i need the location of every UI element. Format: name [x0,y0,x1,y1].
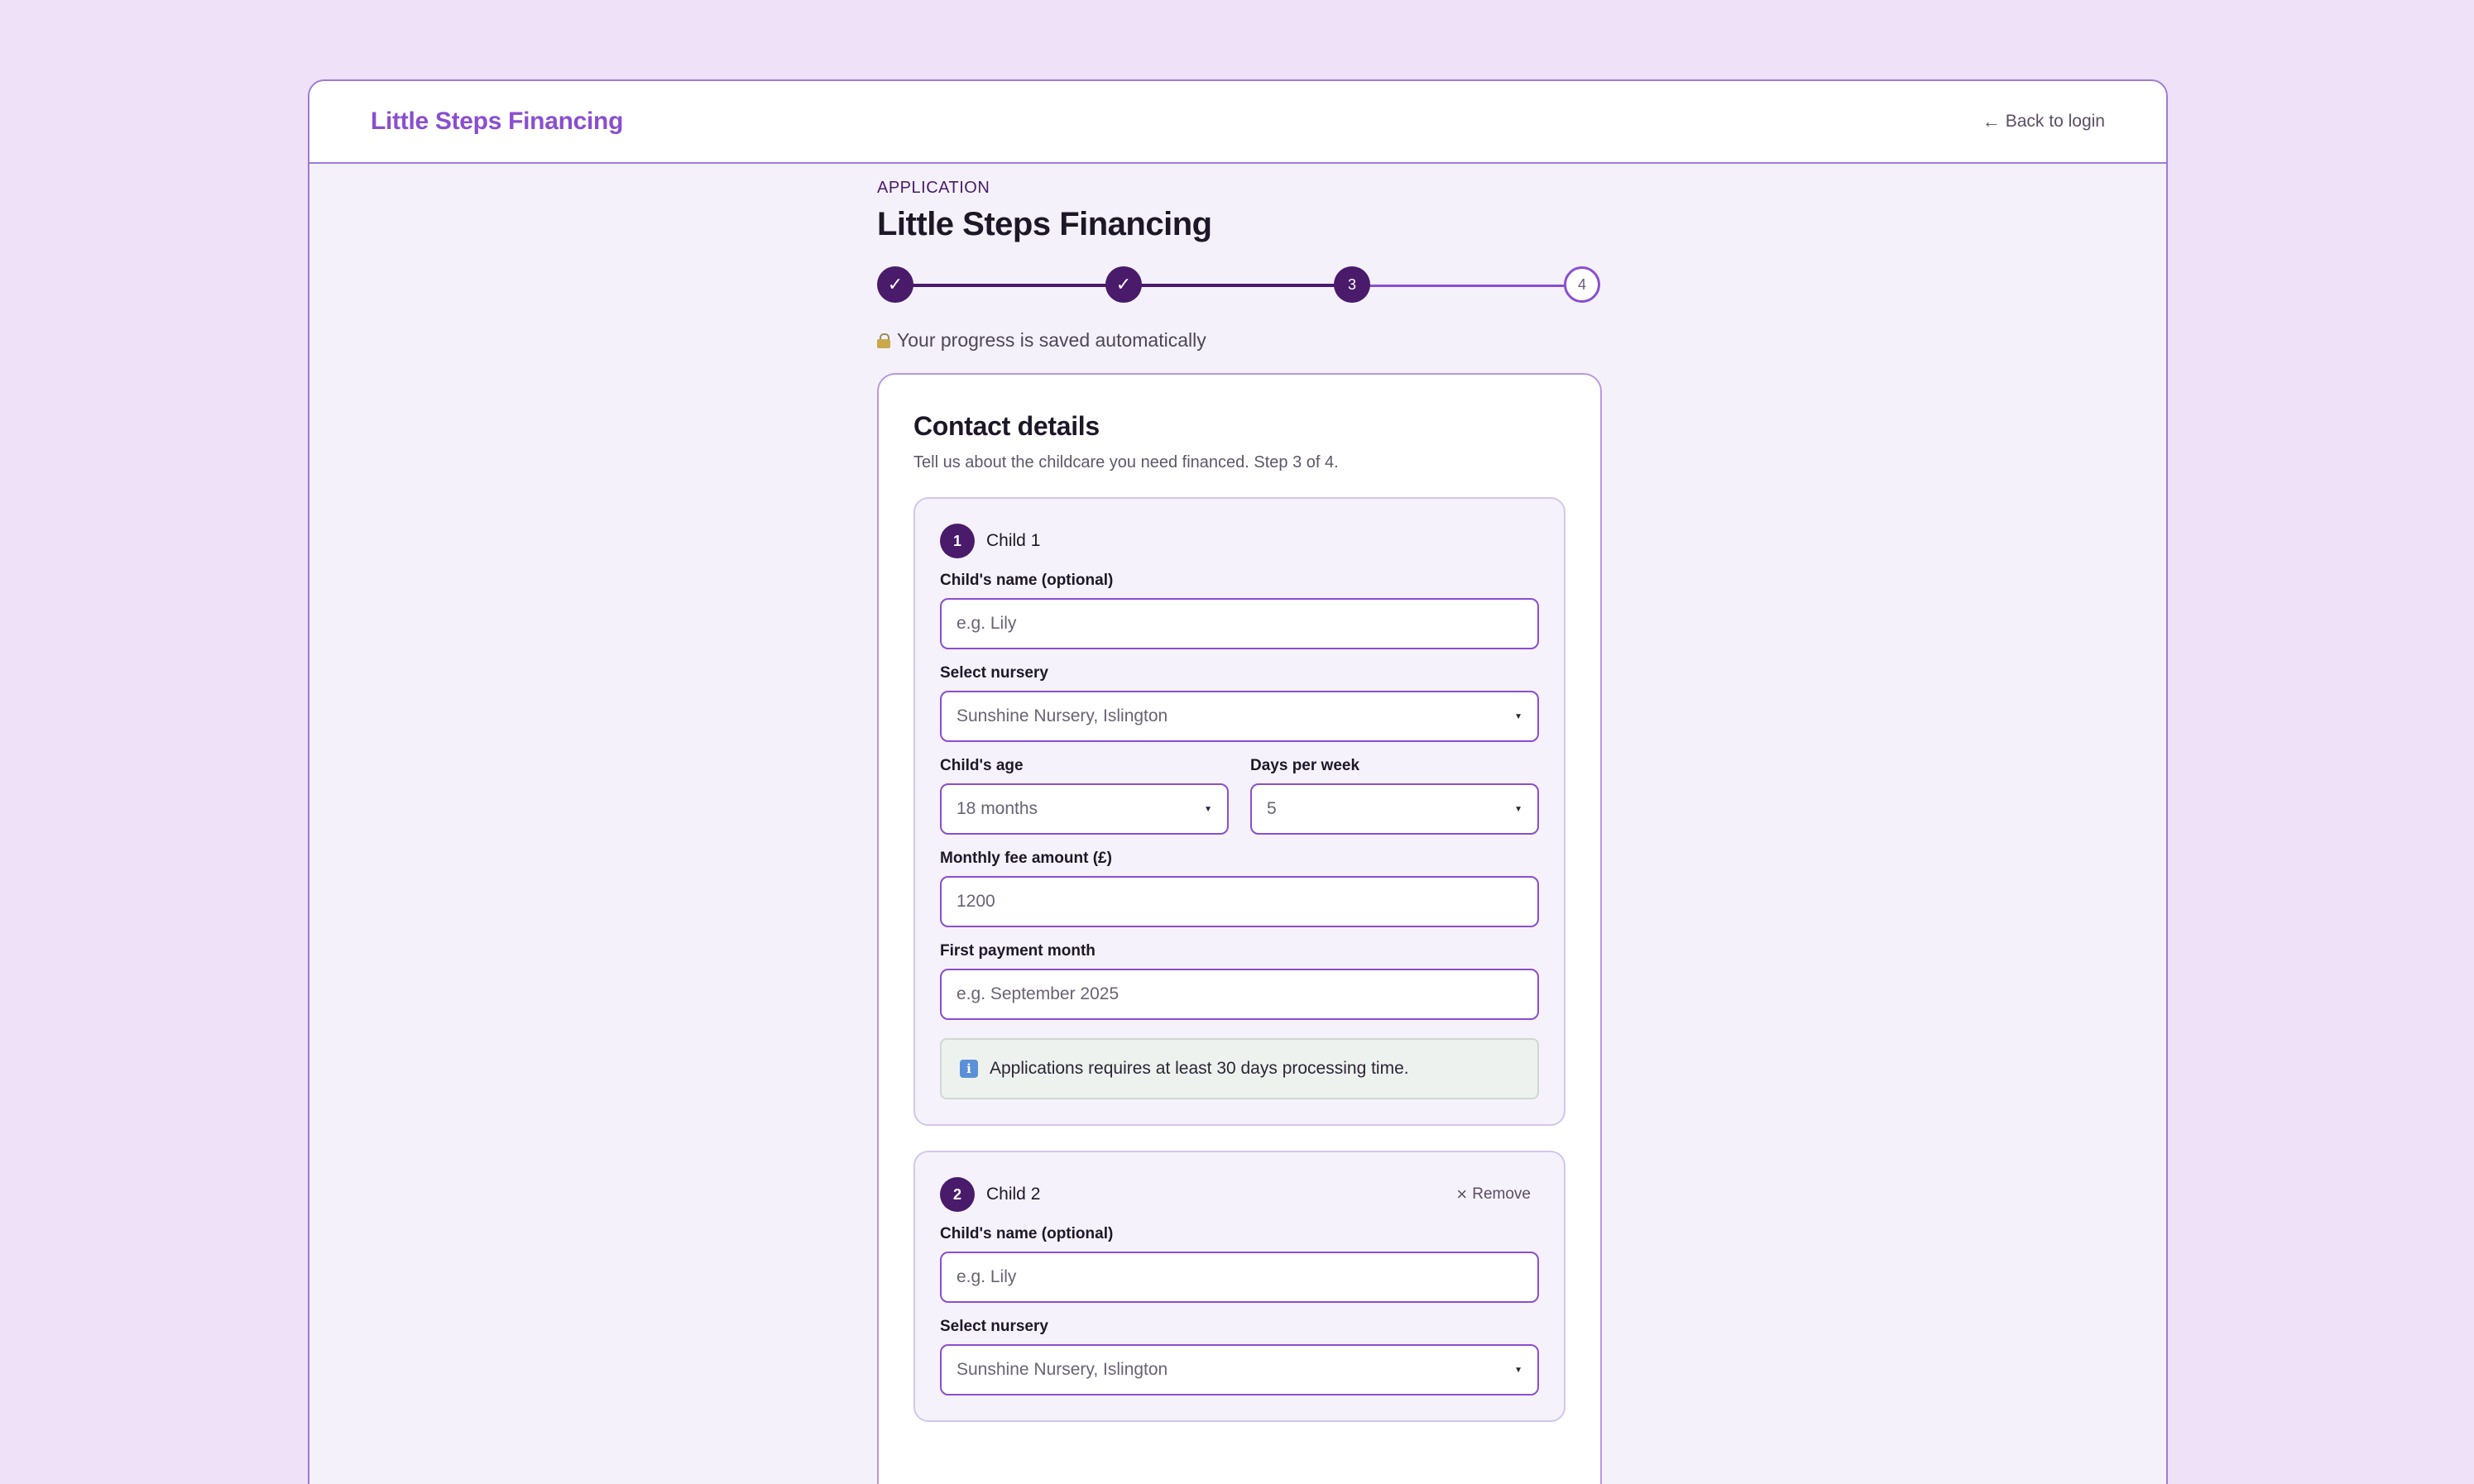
monthly-fee-input[interactable]: 1200 [940,876,1539,927]
page-title: Little Steps Financing [877,206,1212,242]
child-number-badge: 1 [940,524,975,558]
select-value: Sunshine Nursery, Islington [957,706,1168,725]
main-content: APPLICATION Little Steps Financing ✓ ✓ 3… [877,179,1602,1484]
check-icon: ✓ [887,274,904,294]
contact-details-card: Contact details Tell us about the childc… [877,373,1602,1484]
remove-label: Remove [1472,1185,1531,1203]
child-1-section: 1 Child 1 Child's name (optional) e.g. L… [913,497,1565,1126]
days-per-week-select[interactable]: 5 ▼ [1250,783,1539,835]
arrow-left-icon: ← [1982,111,2001,132]
autosave-text: Your progress is saved automatically [897,329,1206,351]
nursery-label: Select nursery [940,664,1048,682]
step-connector [895,284,1124,287]
card-title: Contact details [913,411,1100,441]
check-icon: ✓ [1115,274,1132,294]
select-value: 5 [1267,799,1277,818]
input-placeholder: e.g. September 2025 [957,984,1120,1003]
info-text: Applications requires at least 30 days p… [990,1059,1409,1078]
chevron-down-icon: ▼ [1514,711,1522,721]
step-number: 4 [1577,275,1586,293]
nursery-select[interactable]: Sunshine Nursery, Islington ▼ [940,691,1539,742]
child-age-label: Child's age [940,757,1024,774]
remove-child-button[interactable]: × Remove [1456,1184,1539,1205]
brand-logo[interactable]: Little Steps Financing [371,108,623,136]
step-number: 3 [1347,275,1356,293]
child-name-label: Child's name (optional) [940,572,1114,589]
first-payment-label: First payment month [940,942,1096,960]
select-value: 18 months [957,799,1038,818]
input-value: 1200 [957,892,995,911]
child-label: Child 2 [986,1185,1041,1204]
close-icon: × [1456,1184,1468,1204]
days-per-week-label: Days per week [1250,757,1360,774]
lock-icon [877,333,890,348]
step-2-complete[interactable]: ✓ [1105,266,1142,303]
autosave-note: Your progress is saved automatically [877,329,1602,352]
select-value: Sunshine Nursery, Islington [957,1360,1168,1379]
input-placeholder: e.g. Lily [957,1267,1017,1286]
child-number-badge: 2 [940,1177,975,1212]
child-header: 2 Child 2 × Remove [940,1177,1539,1212]
step-connector [1124,284,1352,287]
step-1-complete[interactable]: ✓ [877,266,913,303]
child-header: 1 Child 1 [940,524,1539,558]
monthly-fee-label: Monthly fee amount (£) [940,850,1112,867]
page-eyebrow: APPLICATION [877,179,990,197]
progress-stepper: ✓ ✓ 3 4 [877,266,1602,304]
processing-info-box: i Applications requires at least 30 days… [940,1038,1539,1099]
child-age-select[interactable]: 18 months ▼ [940,783,1229,835]
step-connector [1352,285,1582,287]
info-icon: i [960,1060,978,1078]
first-payment-input[interactable]: e.g. September 2025 [940,969,1539,1020]
nursery-select[interactable]: Sunshine Nursery, Islington ▼ [940,1344,1539,1395]
chevron-down-icon: ▼ [1514,804,1522,814]
chevron-down-icon: ▼ [1514,1365,1522,1375]
input-placeholder: e.g. Lily [957,614,1017,633]
card-subtitle: Tell us about the childcare you need fin… [913,453,1339,472]
child-name-input[interactable]: e.g. Lily [940,598,1539,649]
child-label: Child 1 [986,531,1041,550]
back-to-login-label: Back to login [2005,112,2105,131]
child-name-label: Child's name (optional) [940,1225,1114,1242]
step-4-upcoming[interactable]: 4 [1564,266,1600,303]
top-navigation-bar: Little Steps Financing ← Back to login [309,81,2166,164]
chevron-down-icon: ▼ [1204,804,1212,814]
nursery-label: Select nursery [940,1318,1048,1335]
back-to-login-link[interactable]: ← Back to login [1983,111,2105,132]
child-name-input[interactable]: e.g. Lily [940,1252,1539,1303]
step-3-current[interactable]: 3 [1334,266,1370,303]
app-window: Little Steps Financing ← Back to login A… [308,79,2168,1484]
child-2-section: 2 Child 2 × Remove Child's name (optiona… [913,1151,1565,1422]
